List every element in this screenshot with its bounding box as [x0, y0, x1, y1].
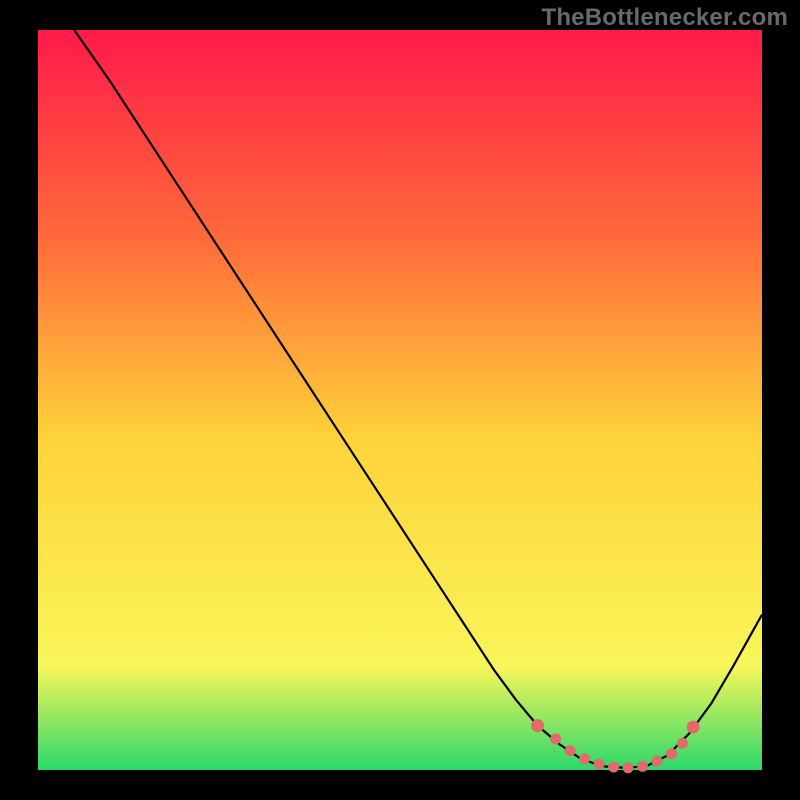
optimal-marker [677, 738, 688, 749]
optimal-marker [594, 759, 605, 770]
optimal-marker [565, 745, 576, 756]
optimal-marker [608, 762, 619, 773]
optimal-marker [623, 762, 634, 773]
optimal-marker [579, 753, 590, 764]
optimal-marker [652, 756, 663, 767]
optimal-marker [550, 733, 561, 744]
optimal-marker [666, 748, 677, 759]
bottleneck-chart [0, 0, 800, 800]
optimal-marker [637, 761, 648, 772]
watermark-text: TheBottlenecker.com [541, 4, 788, 32]
chart-container: TheBottlenecker.com [0, 0, 800, 800]
gradient-background [38, 30, 762, 770]
optimal-marker [531, 719, 544, 732]
optimal-marker [687, 721, 700, 734]
